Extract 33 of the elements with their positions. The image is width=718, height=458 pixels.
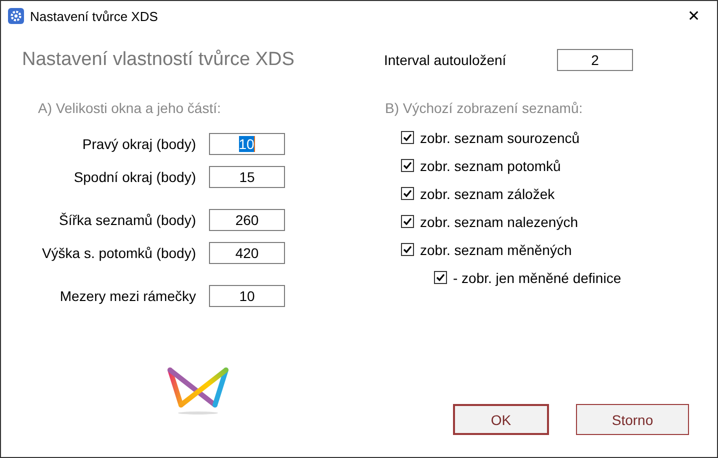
checkbox-label: zobr. seznam sourozenců: [420, 130, 580, 146]
input-field[interactable]: 10: [209, 285, 285, 307]
input-field[interactable]: 2: [557, 49, 633, 71]
field-label: Pravý okraj (body): [82, 136, 196, 152]
checkbox-label: zobr. seznam nalezených: [420, 214, 578, 230]
cancel-button[interactable]: Storno: [576, 404, 689, 435]
checkbox[interactable]: [401, 243, 414, 256]
checkbox[interactable]: [401, 187, 414, 200]
logo-icon: [167, 367, 229, 415]
ok-button[interactable]: OK: [453, 404, 549, 435]
checkbox-label: zobr. seznam měněných: [420, 242, 572, 258]
checkbox[interactable]: [401, 159, 414, 172]
input-field[interactable]: 10: [209, 133, 285, 155]
window-title: Nastavení tvůrce XDS: [30, 8, 159, 24]
checkbox[interactable]: [401, 215, 414, 228]
dialog-heading: Nastavení vlastností tvůrce XDS: [22, 49, 296, 71]
field-label: Spodní okraj (body): [74, 169, 196, 185]
section-title: B) Výchozí zobrazení seznamů:: [385, 100, 584, 116]
checkbox-label: zobr. seznam potomků: [420, 158, 561, 174]
field-label: Mezery mezi rámečky: [60, 288, 196, 304]
field-label: Šířka seznamů (body): [59, 212, 196, 228]
field-label: Výška s. potomků (body): [42, 245, 196, 261]
checkbox[interactable]: [401, 131, 414, 144]
checkbox[interactable]: [434, 271, 447, 284]
section-title: A) Velikosti okna a jeho částí:: [38, 100, 222, 116]
checkbox-label: zobr. seznam záložek: [420, 186, 555, 202]
close-button[interactable]: ✕: [671, 1, 717, 31]
input-field[interactable]: 420: [209, 242, 285, 264]
input-field[interactable]: 15: [209, 166, 285, 188]
field-label: Interval autouložení: [384, 52, 508, 68]
input-field[interactable]: 260: [209, 209, 285, 231]
checkbox-label: - zobr. jen měněné definice: [453, 270, 622, 286]
gear-icon: [8, 8, 24, 24]
